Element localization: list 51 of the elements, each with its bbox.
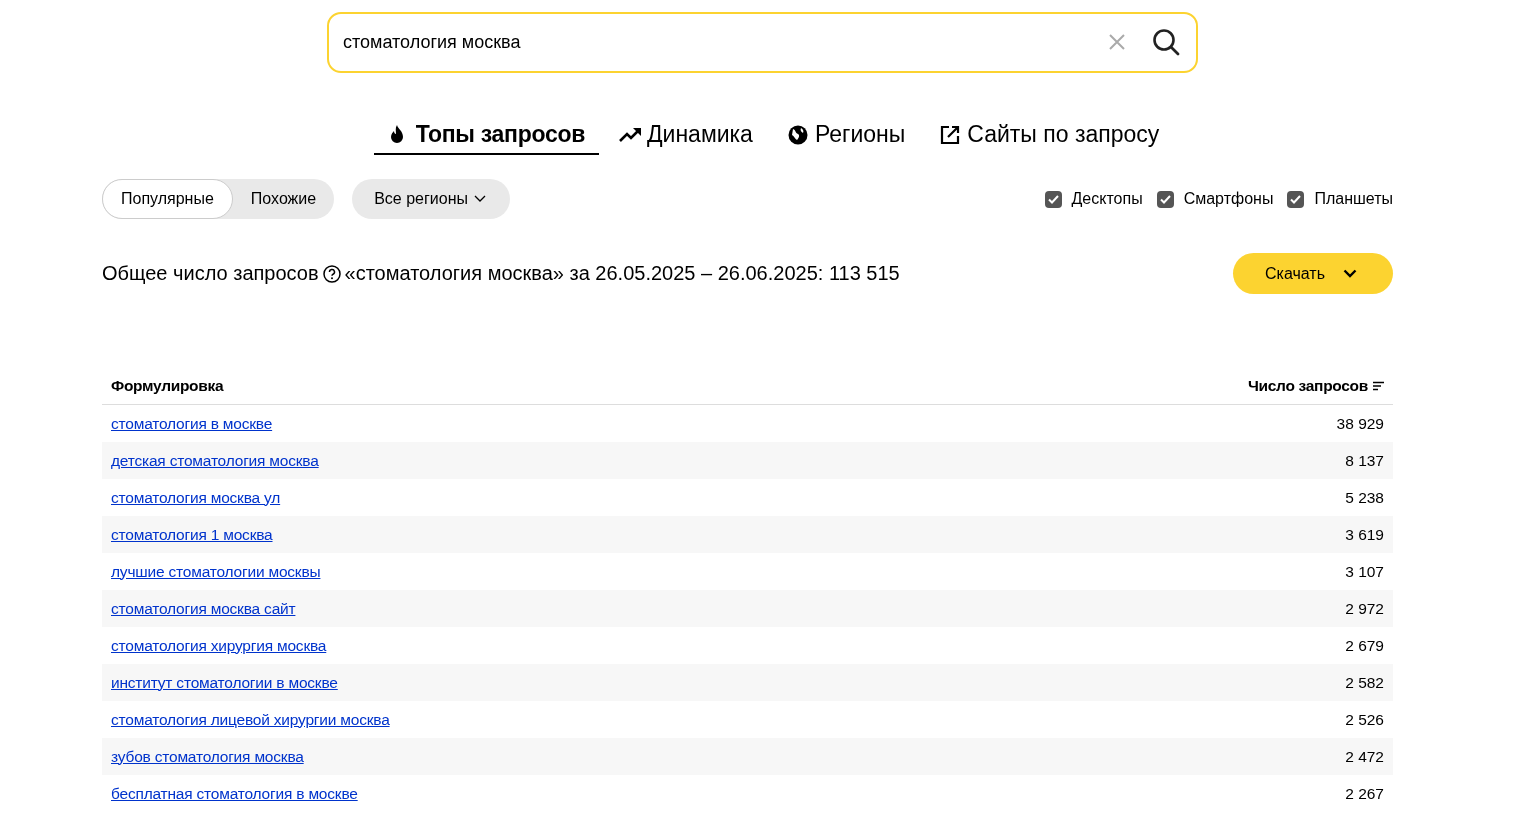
column-header[interactable]: Число запросов bbox=[1247, 377, 1368, 395]
check-icon bbox=[1047, 194, 1059, 204]
tab[interactable]: Сайты по запросу bbox=[925, 117, 1174, 155]
count-cell: 2 472 bbox=[1345, 747, 1384, 766]
count-cell: 2 526 bbox=[1345, 710, 1384, 729]
tab[interactable]: Динамика bbox=[604, 117, 767, 155]
count-cell: 3 619 bbox=[1345, 525, 1384, 544]
count-cell: 5 238 bbox=[1345, 488, 1384, 507]
tab[interactable]: Топы запросов bbox=[373, 117, 599, 155]
count-cell: 8 137 bbox=[1345, 451, 1384, 470]
query-link[interactable]: стоматология москва сайт bbox=[111, 599, 296, 618]
checkbox-label: Смартфоны bbox=[1183, 190, 1274, 208]
count-cell: 3 107 bbox=[1345, 562, 1384, 581]
check-icon bbox=[1159, 194, 1171, 204]
download-button[interactable]: Скачать bbox=[1233, 253, 1393, 294]
summary-label: Общее число запросов bbox=[102, 262, 319, 285]
query-link[interactable]: стоматология лицевой хирургии москва bbox=[111, 710, 390, 729]
checkbox-label: Десктопы bbox=[1071, 190, 1143, 208]
toggle-option[interactable]: Популярные bbox=[102, 179, 233, 219]
checkbox-label: Планшеты bbox=[1314, 190, 1393, 208]
tab[interactable]: Регионы bbox=[772, 117, 920, 155]
region-dropdown[interactable]: Все регионы bbox=[352, 179, 510, 219]
count-cell: 2 679 bbox=[1345, 636, 1384, 655]
chevron-down-icon bbox=[1343, 269, 1357, 278]
query-link[interactable]: стоматология в москве bbox=[111, 414, 273, 433]
column-header: Формулировка bbox=[111, 377, 224, 395]
query-link[interactable]: детская стоматология москва bbox=[111, 451, 319, 470]
count-cell: 2 972 bbox=[1345, 599, 1384, 618]
check-icon bbox=[1290, 194, 1302, 204]
count-cell: 2 582 bbox=[1345, 673, 1384, 692]
query-link[interactable]: институт стоматологии в москве bbox=[111, 673, 338, 692]
count-cell: 38 929 bbox=[1336, 414, 1384, 433]
query-link[interactable]: лучшие стоматологии москвы bbox=[111, 562, 321, 581]
globe-icon bbox=[786, 123, 809, 146]
query-link[interactable]: зубов стоматология москва bbox=[111, 747, 304, 766]
toggle-option[interactable]: Похожие bbox=[232, 179, 335, 219]
search-field[interactable]: стоматология москва bbox=[327, 12, 1198, 73]
query-link[interactable]: стоматология 1 москва bbox=[111, 525, 273, 544]
chevron-down-icon bbox=[473, 195, 486, 203]
query-link[interactable]: стоматология хирургия москва bbox=[111, 636, 327, 655]
search-icon[interactable] bbox=[1152, 28, 1180, 56]
checkbox[interactable] bbox=[1044, 190, 1062, 208]
count-cell: 2 267 bbox=[1345, 784, 1384, 803]
help-icon[interactable] bbox=[322, 264, 341, 283]
query-link[interactable]: бесплатная стоматология в москве bbox=[111, 784, 358, 803]
sort-icon[interactable] bbox=[1373, 381, 1384, 391]
external-link-icon bbox=[939, 123, 962, 146]
query-link[interactable]: стоматология москва ул bbox=[111, 488, 281, 507]
summary-value: «стоматология москва» за 26.05.2025 – 26.06.2025: 113 515 bbox=[344, 262, 900, 285]
checkbox[interactable] bbox=[1156, 190, 1174, 208]
checkbox[interactable] bbox=[1287, 190, 1305, 208]
